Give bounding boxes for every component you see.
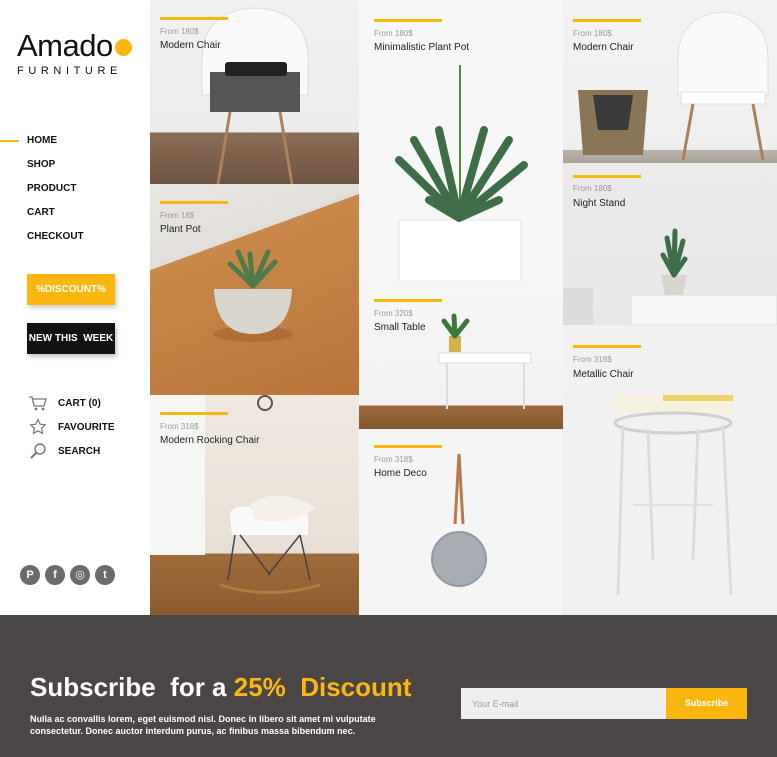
product-card[interactable]: From 18$ Plant Pot bbox=[150, 184, 359, 395]
nav-item-product[interactable]: PRODUCT bbox=[0, 181, 150, 205]
email-field[interactable] bbox=[461, 688, 666, 719]
nav-item-home[interactable]: HOME bbox=[0, 133, 150, 157]
nav-item-cart[interactable]: CART bbox=[0, 205, 150, 229]
nav-item-checkout[interactable]: CHECKOUT bbox=[0, 229, 150, 253]
search-link-label: SEARCH bbox=[58, 445, 101, 457]
product-price: From 180$ bbox=[573, 184, 612, 193]
newsletter-title-prefix: Subscribe for a bbox=[30, 672, 234, 702]
accent-bar bbox=[374, 299, 442, 302]
product-price: From 180$ bbox=[573, 29, 612, 38]
product-image bbox=[578, 11, 769, 161]
newsletter-title-accent: 25% Discount bbox=[233, 672, 412, 702]
favourite-link[interactable]: FAVOURITE bbox=[27, 415, 114, 439]
accent-bar bbox=[160, 201, 228, 204]
search-link[interactable]: SEARCH bbox=[27, 439, 114, 463]
product-name: Modern Rocking Chair bbox=[160, 435, 260, 446]
cart-link-label: CART (0) bbox=[58, 397, 101, 409]
product-name: Small Table bbox=[374, 322, 426, 333]
facebook-icon[interactable]: f bbox=[45, 565, 65, 585]
accent-bar bbox=[374, 445, 442, 448]
accent-bar bbox=[374, 19, 442, 22]
product-card[interactable]: From 180$ Modern Chair bbox=[150, 0, 359, 184]
main-nav: HOME SHOP PRODUCT CART CHECKOUT bbox=[0, 133, 150, 253]
newsletter-title: Subscribe for a 25% Discount bbox=[30, 672, 411, 703]
quick-links: CART (0) FAVOURITE SEARCH bbox=[27, 391, 114, 463]
pinterest-icon[interactable]: P bbox=[20, 565, 40, 585]
product-image bbox=[438, 313, 532, 409]
product-card[interactable]: From 318$ Modern Rocking Chair bbox=[150, 395, 359, 615]
product-price: From 18$ bbox=[160, 211, 195, 220]
nav-item-shop[interactable]: SHOP bbox=[0, 157, 150, 181]
discount-button[interactable]: %DISCOUNT% bbox=[27, 274, 115, 305]
product-price: From 318$ bbox=[374, 455, 413, 464]
product-name: Night Stand bbox=[573, 198, 626, 209]
search-icon bbox=[27, 440, 49, 462]
product-name: Modern Chair bbox=[573, 42, 634, 53]
product-name: Minimalistic Plant Pot bbox=[374, 42, 470, 53]
product-name: Home Deco bbox=[374, 468, 427, 479]
instagram-icon[interactable]: ◎ bbox=[70, 565, 90, 585]
logo-subtitle: FURNITURE bbox=[17, 65, 122, 77]
product-name: Metallic Chair bbox=[573, 369, 634, 380]
subscribe-button[interactable]: Subscribe bbox=[666, 688, 747, 719]
product-price: From 318$ bbox=[160, 422, 199, 431]
cart-icon bbox=[27, 392, 49, 414]
newsletter-section: Subscribe for a 25% Discount Nulla ac co… bbox=[0, 615, 777, 757]
twitter-icon[interactable]: t bbox=[95, 565, 115, 585]
social-links: P f ◎ t bbox=[20, 565, 115, 585]
product-card[interactable]: From 318$ Metallic Chair bbox=[563, 325, 777, 615]
product-card[interactable]: From 180$ Modern Chair bbox=[563, 0, 777, 163]
product-card[interactable]: From 320$ Small Table bbox=[359, 281, 563, 429]
product-price: From 318$ bbox=[573, 355, 612, 364]
accent-bar bbox=[160, 412, 228, 415]
page: Amado FURNITURE HOME SHOP PRODUCT CART C… bbox=[0, 0, 777, 757]
favourite-link-label: FAVOURITE bbox=[58, 421, 115, 433]
product-name: Plant Pot bbox=[160, 224, 201, 235]
product-card[interactable]: From 180$ Night Stand bbox=[563, 163, 777, 325]
new-this-week-button[interactable]: NEW THIS WEEK bbox=[27, 323, 115, 354]
sidebar: Amado FURNITURE HOME SHOP PRODUCT CART C… bbox=[0, 0, 150, 615]
logo-dot bbox=[114, 38, 132, 56]
product-card[interactable]: From 318$ Home Deco bbox=[359, 429, 563, 615]
product-card[interactable]: From 180$ Minimalistic Plant Pot bbox=[359, 0, 563, 281]
accent-bar bbox=[573, 19, 641, 22]
newsletter-text: Nulla ac convallis lorem, eget euismod n… bbox=[30, 714, 376, 736]
accent-bar bbox=[160, 17, 228, 20]
product-name: Modern Chair bbox=[160, 40, 221, 51]
accent-bar bbox=[573, 175, 641, 178]
product-price: From 180$ bbox=[160, 27, 199, 36]
logo[interactable]: Amado FURNITURE bbox=[17, 30, 132, 77]
accent-bar bbox=[573, 345, 641, 348]
product-price: From 320$ bbox=[374, 309, 413, 318]
logo-name: Amado bbox=[17, 28, 113, 63]
product-price: From 180$ bbox=[374, 29, 413, 38]
star-icon bbox=[27, 416, 49, 438]
cart-link[interactable]: CART (0) bbox=[27, 391, 114, 415]
